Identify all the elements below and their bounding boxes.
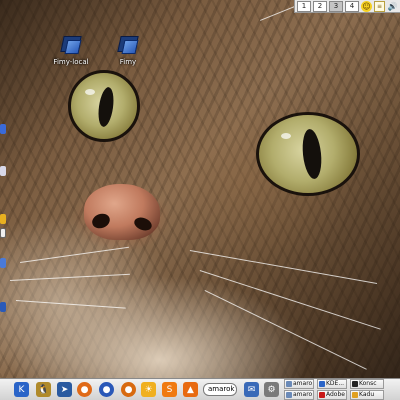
cat-right-eye bbox=[256, 112, 360, 196]
desktop-icon-fimy-local[interactable]: Fimy-local bbox=[49, 36, 93, 66]
cat-left-pupil bbox=[96, 86, 116, 128]
edge-icon[interactable] bbox=[0, 166, 6, 176]
whisker bbox=[204, 290, 367, 370]
desktop-4-button[interactable]: 4 bbox=[345, 0, 359, 12]
cat-right-eye-glint bbox=[281, 133, 291, 139]
top-panel-pager: 1 2 3 4 ☺ ≡ 🔊 bbox=[294, 0, 400, 13]
kde-menu-icon[interactable]: K bbox=[14, 382, 29, 397]
desktop-icon-fimy[interactable]: Fimy bbox=[106, 36, 150, 66]
vlc-icon[interactable]: ▲ bbox=[183, 382, 198, 397]
cat-left-nostril bbox=[90, 211, 112, 231]
sun-icon[interactable]: ☀ bbox=[141, 382, 156, 397]
edge-icon[interactable] bbox=[0, 258, 6, 268]
folder-icon bbox=[60, 36, 82, 56]
arrow-icon[interactable]: ➤ bbox=[57, 382, 72, 397]
task-label: amaro bbox=[293, 391, 313, 398]
desktop-1-button[interactable]: 1 bbox=[297, 0, 311, 12]
adobe-icon bbox=[319, 392, 325, 398]
edge-icon[interactable] bbox=[0, 302, 6, 312]
desktop-3-button[interactable]: 3 bbox=[329, 0, 343, 12]
speaker-icon[interactable]: 🔊 bbox=[387, 1, 398, 12]
whisker bbox=[15, 300, 126, 309]
cat-nose bbox=[84, 184, 160, 240]
desktop-wallpaper: Fimy-local Fimy bbox=[0, 0, 400, 400]
task-button-amarok-2[interactable]: amaro bbox=[284, 390, 314, 400]
firefox-icon[interactable]: ● bbox=[77, 382, 92, 397]
task-label: KDE... bbox=[326, 380, 345, 387]
task-button-amarok[interactable]: amaro bbox=[284, 379, 314, 389]
desktop-icon-label: Fimy bbox=[119, 58, 137, 66]
desktop-icon-label: Fimy-local bbox=[53, 58, 89, 66]
gimp-icon[interactable]: ● bbox=[121, 382, 136, 397]
folder-icon bbox=[117, 36, 139, 56]
smiley-icon[interactable]: ☺ bbox=[361, 0, 372, 12]
skype-icon[interactable]: S bbox=[162, 382, 177, 397]
cat-left-eye bbox=[68, 70, 140, 142]
task-button-konsole[interactable]: Konsc bbox=[350, 379, 384, 389]
taskbar: K 🐧 ➤ ● ● ● ☀ S ▲ amarok ✉ ⚙ amaro KDE..… bbox=[0, 378, 400, 400]
task-button-kde[interactable]: KDE... bbox=[317, 379, 347, 389]
task-label: Konsc bbox=[359, 380, 377, 387]
whisker bbox=[189, 250, 378, 284]
whisker bbox=[20, 246, 130, 263]
kde-icon bbox=[319, 381, 325, 387]
edge-icon[interactable] bbox=[0, 214, 6, 224]
amarok-icon bbox=[286, 381, 292, 387]
task-label: amaro bbox=[293, 380, 313, 387]
task-button-kadu[interactable]: Kadu bbox=[350, 390, 384, 400]
task-label: Kadu bbox=[359, 391, 375, 398]
edge-icon[interactable] bbox=[0, 124, 6, 134]
whisker bbox=[10, 273, 130, 281]
search-input[interactable]: amarok bbox=[203, 383, 237, 396]
thunderbird-icon[interactable]: ● bbox=[99, 382, 114, 397]
gear-icon[interactable]: ⚙ bbox=[264, 382, 279, 397]
kadu-icon bbox=[352, 392, 358, 398]
konsole-icon bbox=[352, 381, 358, 387]
task-label: Adobe bbox=[326, 391, 345, 398]
tux-icon[interactable]: 🐧 bbox=[36, 382, 51, 397]
notes-icon[interactable]: ≡ bbox=[374, 0, 385, 12]
amarok-icon bbox=[286, 392, 292, 398]
mail-icon[interactable]: ✉ bbox=[244, 382, 259, 397]
cat-right-nostril bbox=[132, 215, 154, 233]
cat-left-eye-glint bbox=[85, 89, 95, 95]
cat-right-pupil bbox=[300, 128, 324, 180]
task-button-adobe[interactable]: Adobe bbox=[317, 390, 347, 400]
desktop-2-button[interactable]: 2 bbox=[313, 0, 327, 12]
edge-icon[interactable] bbox=[0, 228, 6, 238]
